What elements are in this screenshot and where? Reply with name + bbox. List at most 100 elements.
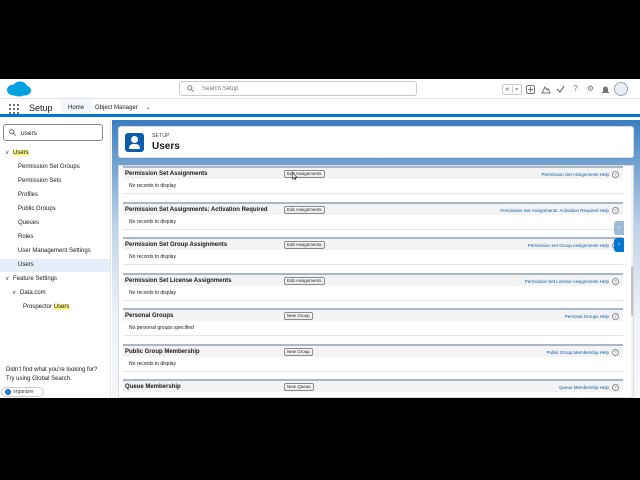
scrollbar[interactable] bbox=[631, 166, 633, 397]
related-list-help-link[interactable]: Queue Membership Help? bbox=[559, 384, 619, 391]
related-list-body bbox=[123, 392, 623, 397]
help-icon[interactable]: ? bbox=[612, 313, 619, 320]
related-list-body: No records to display bbox=[123, 179, 623, 194]
organizer-button[interactable]: i organizer bbox=[1, 387, 44, 397]
help-link-label[interactable]: Permission Set Group Assignments Help bbox=[528, 243, 609, 248]
chevron-down-icon[interactable]: ∨ bbox=[5, 273, 13, 286]
tree-item[interactable]: Permission Sets bbox=[0, 175, 110, 188]
side-panel-toggle-lower[interactable]: ‹ bbox=[614, 238, 624, 252]
related-list-help-link[interactable]: Permission Set Assignments: Activation R… bbox=[500, 206, 619, 214]
tree-hint-line-1: Didn't find what you're looking for? bbox=[6, 367, 98, 373]
help-icon[interactable]: ? bbox=[612, 384, 619, 391]
main-content: SETUP Users Permission Set Assignments Ed… bbox=[112, 120, 640, 398]
related-list-action-button[interactable]: Edit Assignments bbox=[284, 170, 325, 178]
tab-object-manager[interactable]: Object Manager ⌄ bbox=[88, 99, 158, 117]
tab-object-manager-label: Object Manager bbox=[95, 105, 138, 111]
side-panel-toggle-upper[interactable]: ‹ bbox=[614, 221, 624, 235]
avatar[interactable] bbox=[614, 82, 628, 96]
user-icon bbox=[125, 133, 144, 152]
chevron-down-icon[interactable]: ⌄ bbox=[146, 105, 151, 111]
chevron-down-icon[interactable]: ∨ bbox=[12, 287, 20, 300]
tree-item-label: Queues bbox=[18, 220, 40, 226]
empty-message: No records to display bbox=[129, 289, 176, 296]
related-list-header: Permission Set Assignments Edit Assignmen… bbox=[123, 166, 623, 179]
setup-tree: ∨UsersPermission Set GroupsPermission Se… bbox=[0, 120, 111, 398]
tab-home[interactable]: Home bbox=[61, 99, 92, 117]
tree-item-label: Users bbox=[18, 262, 34, 268]
related-list-title: Permission Set Assignments bbox=[125, 171, 208, 177]
related-list-action-button[interactable]: Edit Assignments bbox=[284, 205, 325, 214]
help-icon[interactable]: ? bbox=[569, 83, 582, 96]
help-link-label[interactable]: Public Group Membership Help bbox=[546, 350, 609, 355]
quick-find-box[interactable] bbox=[3, 124, 103, 141]
page-title: Users bbox=[152, 141, 180, 152]
setup-assistant-icon[interactable] bbox=[554, 83, 567, 96]
related-list-title: Permission Set Group Assignments bbox=[125, 242, 228, 248]
help-link-label[interactable]: Permission Set Assignments: Activation R… bbox=[500, 208, 609, 213]
tree-item[interactable]: Roles bbox=[0, 231, 110, 244]
help-icon[interactable]: ? bbox=[612, 206, 619, 214]
tree-item-label: Profiles bbox=[18, 192, 39, 198]
related-list-title: Personal Groups bbox=[125, 313, 174, 319]
add-icon[interactable] bbox=[524, 83, 537, 96]
related-list-help-link[interactable]: Personal Groups Help? bbox=[565, 313, 619, 320]
favorites-dropdown-icon[interactable]: ▾ bbox=[511, 85, 522, 93]
related-list-action-button[interactable]: New Group bbox=[284, 312, 313, 320]
related-list-header: Permission Set Group Assignments Edit Ass… bbox=[123, 237, 623, 250]
tree-item[interactable]: ∨ Data.com bbox=[0, 287, 110, 300]
help-link-label[interactable]: Personal Groups Help bbox=[565, 314, 609, 319]
help-link-label[interactable]: Permission Set Assignments Help bbox=[541, 172, 609, 177]
related-list-help-link[interactable]: Permission Set License Assignments Help? bbox=[525, 277, 619, 285]
related-list-title: Public Group Membership bbox=[125, 348, 200, 355]
related-list-action-button[interactable]: Edit Assignments bbox=[284, 241, 325, 249]
tree-item-label: Roles bbox=[18, 234, 34, 240]
related-list-action-button[interactable]: Edit Assignments bbox=[284, 276, 325, 285]
related-list-header: Permission Set Assignments: Activation R… bbox=[123, 201, 623, 215]
related-list-title: Queue Membership bbox=[125, 384, 181, 390]
tree-item-label: Feature Settings bbox=[13, 276, 58, 282]
related-list-title: Permission Set License Assignments bbox=[125, 277, 232, 284]
related-list-help-link[interactable]: Public Group Membership Help? bbox=[546, 348, 619, 356]
tree-item[interactable]: Prospector Users bbox=[0, 301, 110, 314]
page-header: SETUP Users bbox=[118, 126, 634, 158]
search-icon bbox=[9, 129, 16, 136]
trailhead-icon[interactable] bbox=[539, 83, 552, 96]
help-link-label[interactable]: Permission Set License Assignments Help bbox=[525, 279, 609, 284]
tree-item[interactable]: Profiles bbox=[0, 189, 110, 202]
global-search-input[interactable] bbox=[202, 84, 402, 94]
tree-item[interactable]: Users bbox=[0, 259, 110, 272]
breadcrumb[interactable]: SETUP bbox=[152, 133, 170, 139]
favorites-star-icon[interactable]: ★ bbox=[503, 86, 512, 93]
related-list-help-link[interactable]: Permission Set Assignments Help? bbox=[541, 171, 619, 178]
tree-item[interactable]: User Management Settings bbox=[0, 245, 110, 258]
empty-message: No records to display bbox=[129, 183, 176, 189]
help-icon[interactable]: ? bbox=[612, 277, 619, 285]
favorites-control[interactable]: ★ ▾ bbox=[502, 83, 522, 95]
tree-item[interactable]: Permission Set Groups bbox=[0, 161, 110, 174]
tree-item-label: Permission Set Groups bbox=[18, 164, 80, 170]
related-list-help-link[interactable]: Permission Set Group Assignments Help? bbox=[528, 242, 619, 249]
mouse-cursor-icon bbox=[292, 172, 298, 180]
setup-gear-icon[interactable]: ⚙ bbox=[584, 83, 597, 96]
quick-find-input[interactable] bbox=[21, 128, 96, 138]
related-list-action-button[interactable]: New Group bbox=[284, 347, 313, 356]
tree-item-match: Users bbox=[53, 304, 70, 310]
context-bar: Setup Home Object Manager ⌄ bbox=[0, 99, 640, 117]
tree-item[interactable]: ∨ Feature Settings bbox=[0, 273, 110, 286]
related-list-action-button[interactable]: New Queue bbox=[284, 383, 314, 391]
related-list-body: No records to display bbox=[123, 214, 623, 230]
tree-item[interactable]: Queues bbox=[0, 217, 110, 230]
global-search[interactable] bbox=[179, 81, 417, 96]
help-link-label[interactable]: Queue Membership Help bbox=[559, 385, 609, 390]
notifications-bell-icon[interactable] bbox=[599, 83, 612, 96]
empty-message: No records to display bbox=[129, 254, 176, 260]
scrollbar-thumb[interactable] bbox=[631, 266, 633, 316]
salesforce-logo[interactable] bbox=[6, 81, 32, 97]
chevron-down-icon[interactable]: ∨ bbox=[5, 147, 13, 160]
tree-item[interactable]: ∨ Users bbox=[0, 147, 110, 160]
tree-item[interactable]: Public Groups bbox=[0, 203, 110, 216]
related-list-header: Permission Set License Assignments Edit A… bbox=[123, 272, 623, 286]
help-icon[interactable]: ? bbox=[612, 171, 619, 178]
help-icon[interactable]: ? bbox=[612, 348, 619, 356]
app-launcher-icon[interactable] bbox=[9, 104, 19, 114]
